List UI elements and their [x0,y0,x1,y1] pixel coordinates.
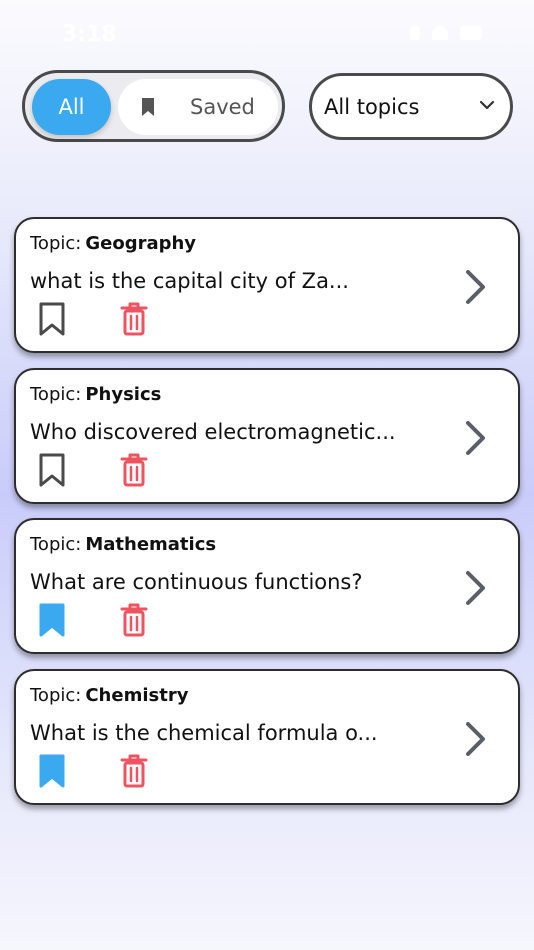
card-topic: Topic: Mathematics [30,534,216,555]
topic-name: Physics [85,384,162,405]
question-card[interactable]: Topic: Chemistry What is the chemical for… [14,669,520,805]
bookmark-icon[interactable] [38,754,66,788]
card-topic: Topic: Chemistry [30,685,188,706]
filter-segmented-control: All Saved [22,70,285,142]
topic-select[interactable]: All topics [309,73,513,140]
wifi-icon [432,26,448,40]
trash-icon[interactable] [120,603,148,637]
topic-prefix: Topic: [30,233,82,254]
chevron-right-icon[interactable] [460,720,490,758]
trash-icon[interactable] [120,453,148,487]
question-text: What are continuous functions? [30,570,363,594]
status-time: 3:18 [62,22,117,47]
signal-icon [410,26,420,40]
chevron-right-icon[interactable] [460,569,490,607]
bookmark-icon[interactable] [38,603,66,637]
status-bar: 3:18 [0,0,534,60]
chevron-right-icon[interactable] [460,419,490,457]
bookmark-icon [142,98,154,116]
trash-icon[interactable] [120,754,148,788]
question-text: what is the capital city of Za... [30,269,349,293]
question-text: Who discovered electromagnetic... [30,420,396,444]
card-topic: Topic: Physics [30,384,161,405]
bookmark-icon[interactable] [38,302,66,336]
filter-all-label: All [58,95,85,119]
card-topic: Topic: Geography [30,233,196,254]
topic-name: Chemistry [85,685,189,706]
question-card[interactable]: Topic: Mathematics What are continuous fu… [14,518,520,654]
filter-saved-label: Saved [190,95,255,119]
question-text: What is the chemical formula o... [30,721,378,745]
topic-select-value: All topics [324,94,420,119]
topic-prefix: Topic: [30,534,82,555]
topic-name: Mathematics [85,534,217,555]
chevron-down-icon [479,100,495,110]
bookmark-icon[interactable] [38,453,66,487]
status-icons [410,26,482,40]
topic-name: Geography [85,233,197,254]
trash-icon[interactable] [120,302,148,336]
battery-icon [460,26,482,40]
question-card[interactable]: Topic: Geography what is the capital city… [14,217,520,353]
chevron-right-icon[interactable] [460,268,490,306]
question-card[interactable]: Topic: Physics Who discovered electromagn… [14,368,520,504]
topic-prefix: Topic: [30,384,82,405]
filter-all-button[interactable]: All [32,79,111,135]
filter-saved-button[interactable]: Saved [118,79,278,135]
topic-prefix: Topic: [30,685,82,706]
